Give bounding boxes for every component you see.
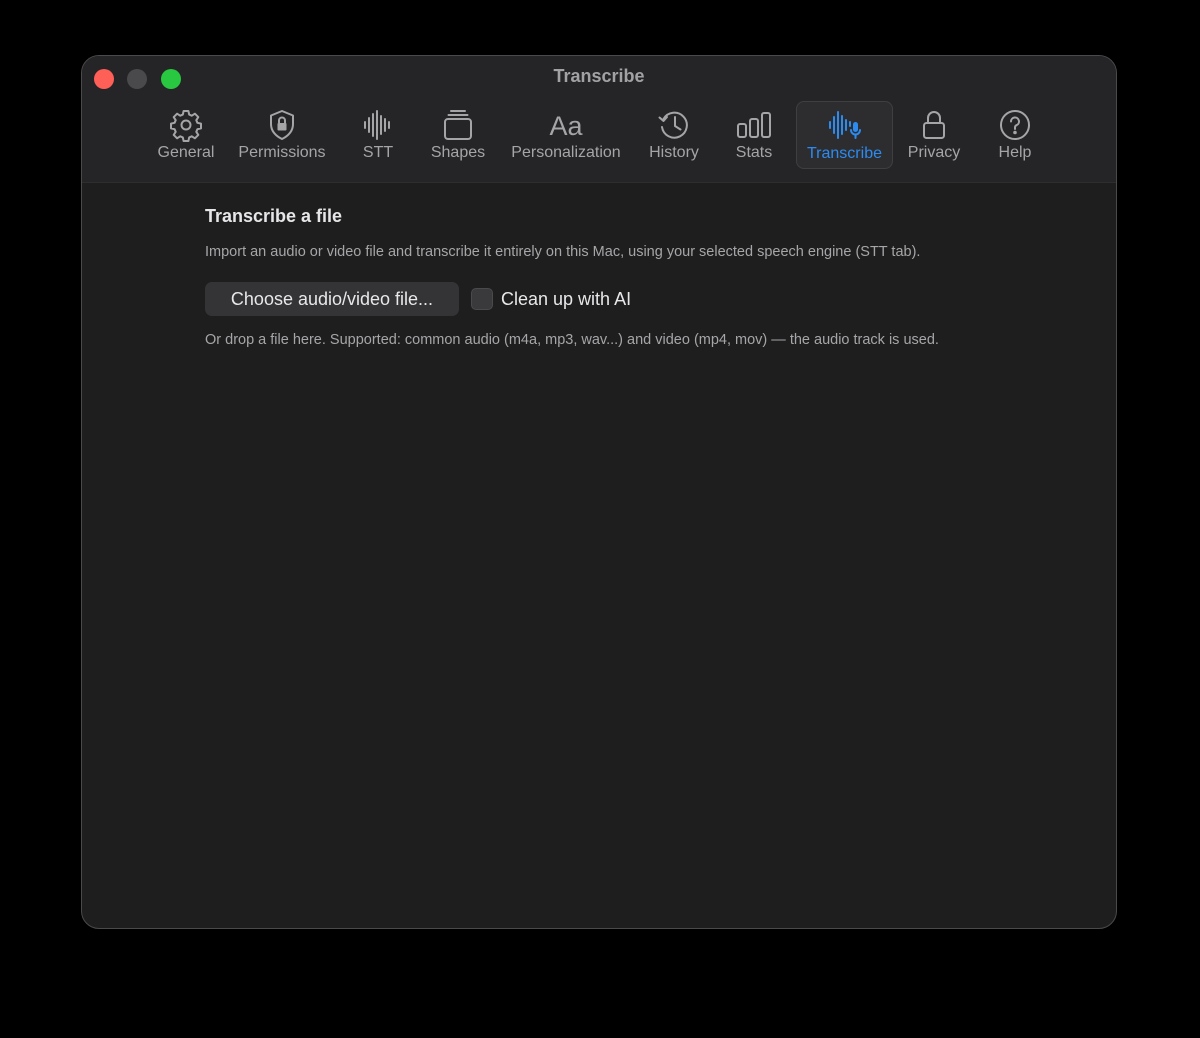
cleanup-ai-option[interactable]: Clean up with AI [471, 286, 631, 312]
window-title: Transcribe [553, 66, 645, 86]
description-text: Import an audio or video file and transc… [205, 244, 921, 260]
waveform-mic-icon [827, 108, 863, 144]
tab-label: Transcribe [807, 145, 882, 162]
titlebar: Transcribe General Permissions STT Shape… [82, 56, 1116, 183]
drop-hint-text: Or drop a file here. Supported: common a… [205, 332, 939, 348]
preferences-toolbar: General Permissions STT Shapes Aa Person… [82, 101, 1116, 171]
tab-label: Permissions [238, 144, 326, 161]
tab-transcribe[interactable]: Transcribe [796, 101, 893, 169]
tab-history[interactable]: History [639, 101, 709, 169]
section-title: Transcribe a file [205, 206, 343, 226]
tab-personalization[interactable]: Aa Personalization [505, 101, 627, 169]
stack-icon [440, 107, 476, 143]
tab-general[interactable]: General [150, 101, 222, 169]
tab-label: Personalization [511, 144, 621, 161]
question-circle-icon [997, 107, 1033, 143]
lock-icon [916, 107, 952, 143]
tab-shapes[interactable]: Shapes [422, 101, 494, 169]
bar-chart-icon [736, 107, 772, 143]
choose-file-button[interactable]: Choose audio/video file... [205, 282, 459, 316]
text-format-icon: Aa [548, 107, 584, 143]
transcribe-panel: Transcribe a file Import an audio or vid… [205, 204, 1085, 348]
waveform-icon [360, 107, 396, 143]
tab-label: STT [362, 144, 394, 161]
cleanup-ai-checkbox[interactable] [471, 288, 493, 310]
tab-help[interactable]: Help [985, 101, 1045, 169]
tab-label: Stats [735, 144, 773, 161]
tab-label: Shapes [430, 144, 486, 161]
tab-label: History [649, 144, 699, 161]
gear-icon [168, 107, 204, 143]
tab-label: Help [998, 144, 1032, 161]
tab-stt[interactable]: STT [348, 101, 408, 169]
tab-label: General [157, 144, 215, 161]
cleanup-ai-label[interactable]: Clean up with AI [501, 289, 631, 310]
tab-label: Privacy [907, 144, 961, 161]
tab-privacy[interactable]: Privacy [900, 101, 968, 169]
svg-text:Aa: Aa [549, 111, 583, 141]
history-clock-icon [656, 107, 692, 143]
settings-window: Transcribe General Permissions STT Shape… [81, 55, 1117, 929]
tab-permissions[interactable]: Permissions [231, 101, 333, 169]
tab-stats[interactable]: Stats [725, 101, 783, 169]
shield-lock-icon [264, 107, 300, 143]
